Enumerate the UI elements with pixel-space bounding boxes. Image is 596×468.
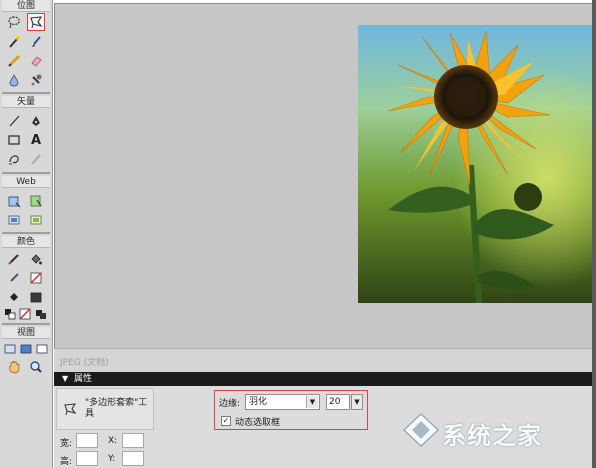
knife-tool-icon[interactable] [27,150,45,168]
standard-screen-mode-icon[interactable] [2,340,17,358]
bitmap-section-title: 位图 [2,0,50,12]
window-edge [592,0,596,468]
watermark-logo-icon [403,413,439,447]
pencil-icon[interactable] [5,52,23,70]
pen-tool-icon[interactable] [27,112,45,130]
polygon-lasso-icon [64,403,77,416]
edge-dropdown-value: 羽化 [249,397,268,407]
line-tool-icon[interactable] [5,112,23,130]
colors-section-title: 颜色 [2,236,50,248]
view-section: 视图 [2,327,50,339]
swap-colors-icon[interactable] [34,305,48,323]
dynamic-marquee-checkbox[interactable]: ✓ [221,416,231,426]
full-screen-menus-icon[interactable] [18,340,33,358]
properties-panel-header[interactable]: ▼ 属性 [54,372,592,386]
brush-icon[interactable] [27,33,45,51]
x-field[interactable] [122,433,144,448]
toolbar-divider [2,323,50,325]
no-stroke-swatch-icon[interactable] [27,269,45,287]
bitmap-section: 位图 [2,0,50,12]
toolbar-divider [2,92,50,94]
eraser-icon[interactable] [27,52,45,70]
slice-tool-icon[interactable] [27,192,45,210]
vector-section-title: 矢量 [2,96,50,108]
hand-tool-icon[interactable] [5,358,23,376]
vector-section: 矢量 [2,96,50,108]
x-label: X: [108,436,118,446]
edge-dropdown[interactable]: 羽化 ▼ [245,394,320,410]
y-label: Y: [108,454,116,464]
default-colors-icon[interactable] [3,305,17,323]
document-canvas[interactable] [54,3,594,348]
freeform-tool-icon[interactable] [5,150,23,168]
properties-panel-title: 属性 [74,374,93,384]
height-label: 高: [60,457,73,467]
tools-panel: 位图 矢量 A Web 颜色 视图 [0,0,53,468]
width-field[interactable] [76,433,98,448]
paint-bucket-icon[interactable] [27,250,45,268]
site-watermark: 系统之家 [398,402,594,458]
polygon-lasso-tool-icon[interactable] [27,13,45,31]
fill-color-bucket-icon[interactable] [5,288,23,306]
current-tool-box: "多边形套索"工具 [56,388,154,430]
sunflower-photo [358,25,594,303]
stroke-color-icon[interactable] [5,269,23,287]
document-status-bar: JPEG (文档) [54,348,592,372]
eyedropper-icon[interactable] [5,250,23,268]
dynamic-marquee-label: 动态选取框 [235,418,281,428]
collapse-triangle-icon[interactable]: ▼ [62,374,68,383]
document-tab-label[interactable]: JPEG (文档) [60,355,109,368]
sunflower-image[interactable] [358,25,594,303]
show-slices-icon[interactable] [27,211,45,229]
zoom-tool-icon[interactable] [27,358,45,376]
web-section-title: Web [2,176,50,188]
web-section: Web [2,176,50,188]
fill-color-swatch-icon[interactable] [27,288,45,306]
chevron-down-icon[interactable]: ▼ [306,396,318,408]
hotspot-tool-icon[interactable] [5,192,23,210]
edge-label: 边缘: [219,399,241,409]
width-label: 宽: [60,439,73,449]
blur-drop-icon[interactable] [5,71,23,89]
magic-wand-icon[interactable] [5,33,23,51]
lasso-tool-icon[interactable] [5,13,23,31]
toolbar-divider [2,172,50,174]
toolbar-divider [2,232,50,234]
rubber-stamp-icon[interactable] [27,71,45,89]
text-tool-icon[interactable]: A [27,131,45,149]
y-field[interactable] [122,451,144,466]
feather-amount-dropdown-icon[interactable]: ▼ [351,394,363,410]
height-field[interactable] [76,451,98,466]
colors-section: 颜色 [2,236,50,248]
watermark-text: 系统之家 [442,422,542,450]
current-tool-name: "多边形套索"工具 [85,398,148,419]
feather-amount-input[interactable]: 20 [326,394,350,410]
full-screen-mode-icon[interactable] [34,340,49,358]
hide-slices-icon[interactable] [5,211,23,229]
rectangle-tool-icon[interactable] [5,131,23,149]
edge-options-highlight: 边缘: 羽化 ▼ 20 ▼ ✓ 动态选取框 [214,390,368,430]
view-section-title: 视图 [2,327,50,339]
no-color-icon[interactable] [18,305,32,323]
